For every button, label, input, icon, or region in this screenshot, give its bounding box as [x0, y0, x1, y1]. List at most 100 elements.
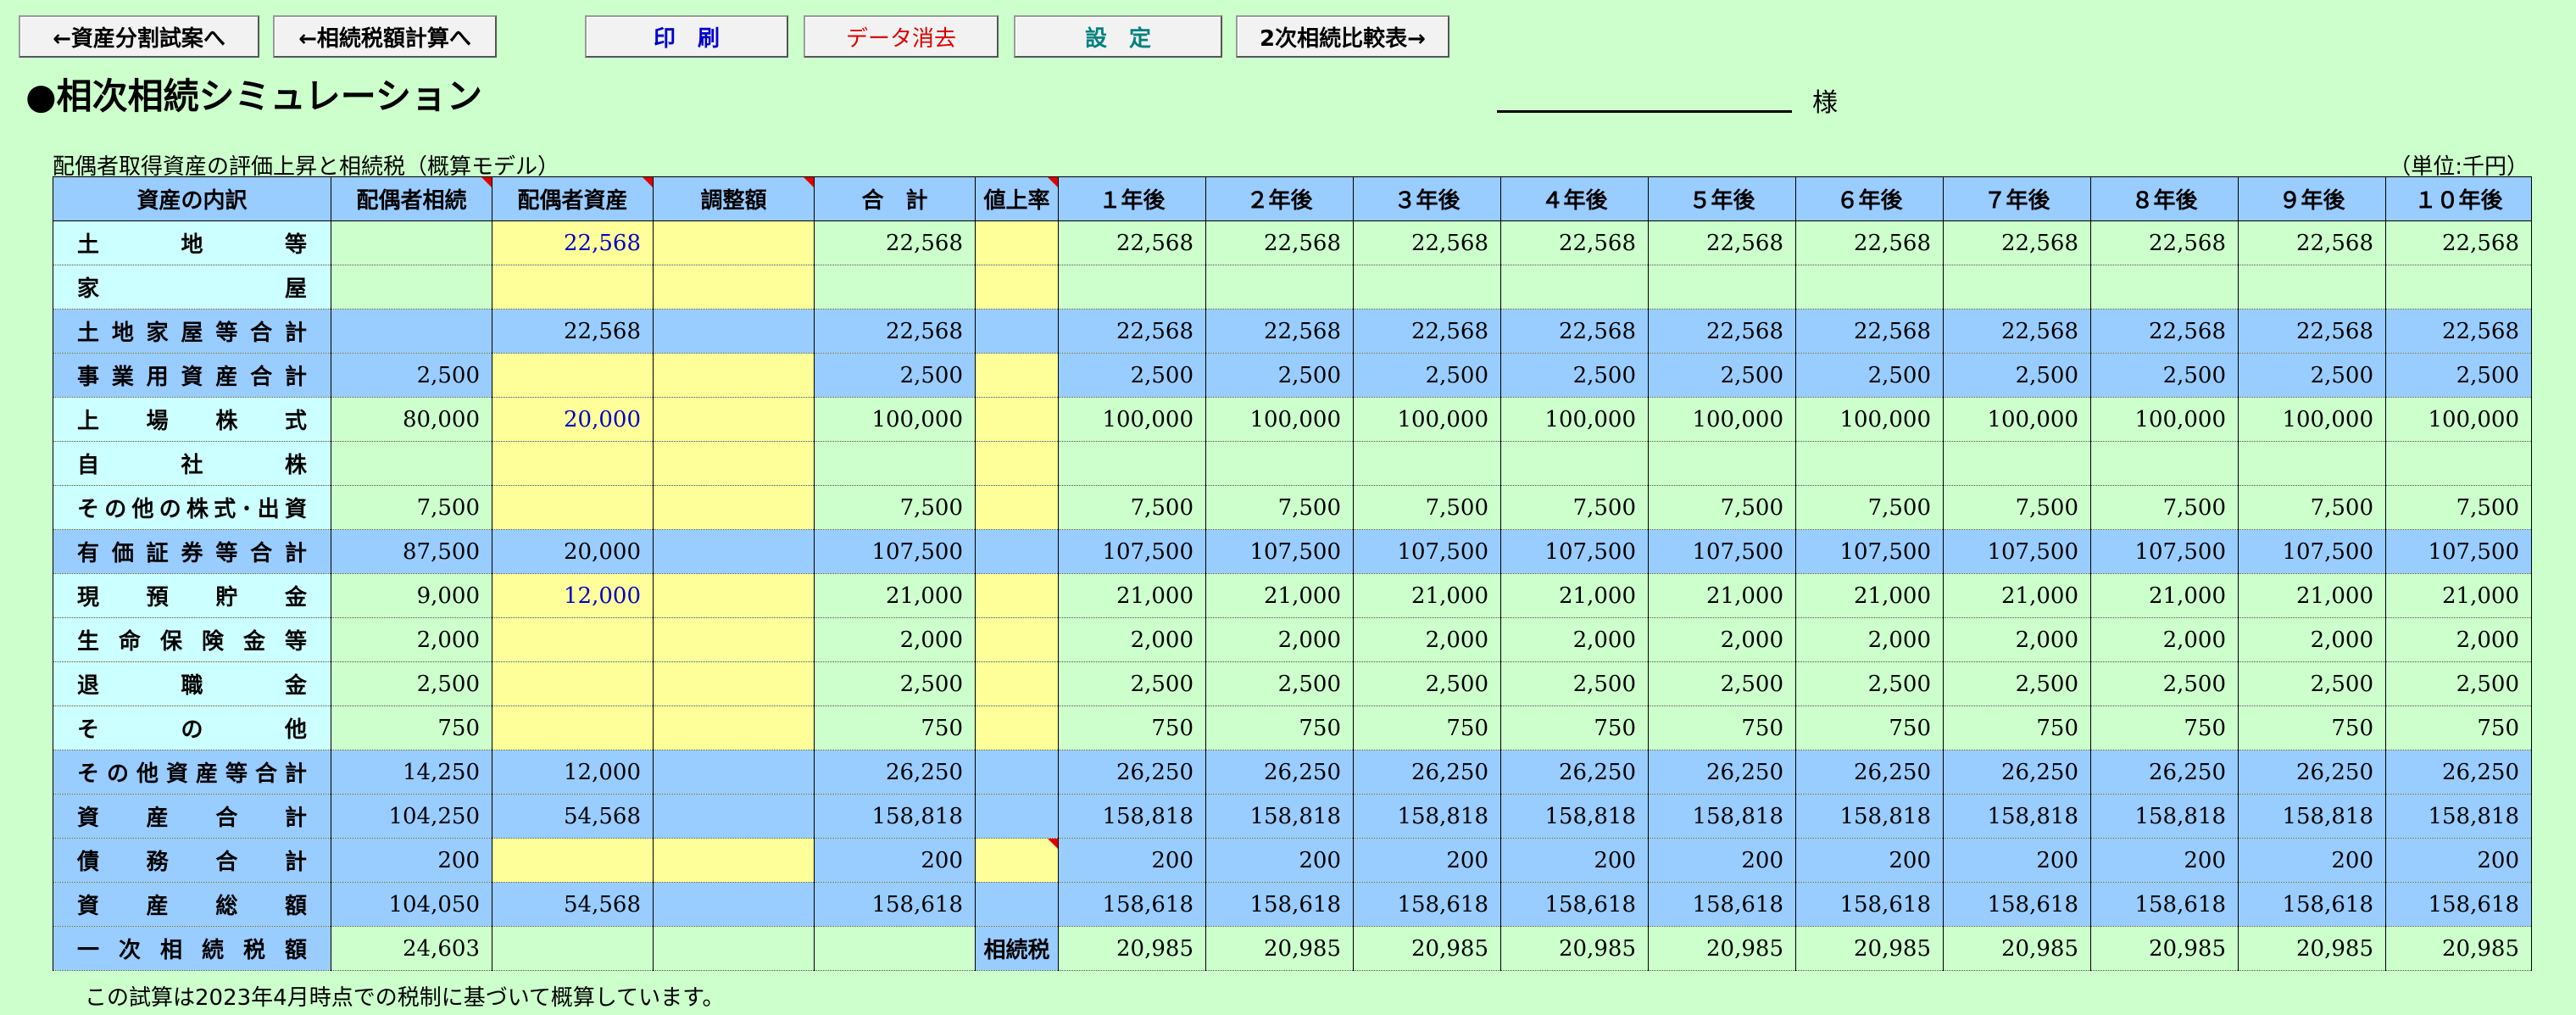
input-cell[interactable]: 20,000: [492, 397, 654, 442]
value-cell: 22,568: [1500, 220, 1649, 265]
table-row: その他の株式･出資 7,500 7,500 7,500 7,500 7,500 7,500 7…: [53, 485, 2532, 530]
value-cell: 2,500: [1943, 353, 2091, 398]
value-cell: 107,500: [1943, 529, 2091, 574]
input-cell[interactable]: [492, 617, 654, 662]
value-cell: 107,500: [1353, 529, 1501, 574]
input-cell[interactable]: [653, 441, 815, 486]
row-label: 土地等: [53, 220, 331, 265]
second-inheritance-compare-button[interactable]: 2次相続比較表→: [1236, 15, 1449, 58]
input-cell[interactable]: [975, 661, 1059, 706]
footnote: この試算は2023年4月時点での税制に基づいて概算しています。: [85, 985, 725, 1011]
input-cell[interactable]: [492, 441, 654, 486]
value-cell: 2,000: [1205, 617, 1354, 662]
value-cell: [653, 529, 815, 574]
value-cell: 7,500: [1795, 485, 1944, 530]
row-label: 家屋: [53, 265, 331, 310]
row-label: 債務合計: [53, 838, 331, 883]
value-cell: [653, 309, 815, 354]
comment-marker-icon: [1048, 177, 1058, 187]
input-cell[interactable]: 12,000: [492, 573, 654, 618]
value-cell: [1943, 265, 2091, 310]
value-cell: 2,000: [1058, 617, 1206, 662]
row-label: 有価証券等合計: [53, 529, 331, 574]
value-cell: 22,568: [1648, 220, 1796, 265]
input-cell[interactable]: [975, 485, 1059, 530]
input-cell[interactable]: [492, 485, 654, 530]
comment-marker-icon: [481, 177, 492, 187]
value-cell: 158,818: [1648, 794, 1796, 839]
input-cell[interactable]: 22,568: [492, 220, 654, 265]
input-cell[interactable]: [975, 220, 1059, 265]
value-cell: 750: [1795, 705, 1944, 750]
input-cell[interactable]: [653, 573, 815, 618]
input-cell[interactable]: [653, 485, 815, 530]
row-label: 資産合計: [53, 794, 331, 839]
input-cell[interactable]: [492, 265, 654, 310]
input-cell[interactable]: [975, 353, 1059, 398]
column-header: 合 計: [814, 176, 976, 221]
value-cell: 158,818: [1795, 794, 1944, 839]
input-cell[interactable]: [653, 617, 815, 662]
column-header: 配偶者資産: [492, 176, 654, 221]
input-cell[interactable]: [653, 838, 815, 883]
value-cell: 158,618: [1500, 882, 1649, 927]
value-cell: 54,568: [492, 882, 654, 927]
input-cell[interactable]: [653, 220, 815, 265]
value-cell: 2,500: [1205, 353, 1354, 398]
client-name-field[interactable]: [1497, 110, 1792, 113]
input-cell[interactable]: [492, 353, 654, 398]
value-cell: 158,618: [2238, 882, 2386, 927]
input-cell[interactable]: [653, 661, 815, 706]
input-cell[interactable]: [975, 441, 1059, 486]
value-cell: 21,000: [2090, 573, 2239, 618]
value-cell: 21,000: [1648, 573, 1796, 618]
value-cell: 2,500: [1648, 353, 1796, 398]
input-cell[interactable]: [975, 838, 1059, 883]
input-cell[interactable]: [492, 661, 654, 706]
input-cell[interactable]: [653, 265, 815, 310]
clear-data-button[interactable]: データ消去: [804, 15, 999, 58]
row-label: その他: [53, 705, 331, 750]
value-cell: 20,000: [492, 529, 654, 574]
input-cell[interactable]: [653, 353, 815, 398]
value-cell: 200: [1648, 838, 1796, 883]
value-cell: 22,568: [1058, 220, 1206, 265]
table-row: その他資産等合計 14,250 12,000 26,250 26,250 26,250 26…: [53, 750, 2532, 795]
input-cell[interactable]: [975, 397, 1059, 442]
column-header: ７年後: [1943, 176, 2091, 221]
value-cell: [1058, 265, 1206, 310]
input-cell[interactable]: [653, 397, 815, 442]
back-to-asset-division-button[interactable]: ←資産分割試案へ: [19, 15, 259, 58]
table-row: 生命保険金等 2,000 2,000 2,000 2,000 2,000 2,000 2,00…: [53, 617, 2532, 662]
input-cell[interactable]: [975, 617, 1059, 662]
value-cell: 2,500: [331, 661, 492, 706]
value-cell: [331, 441, 492, 486]
input-cell[interactable]: [975, 705, 1059, 750]
value-cell: 20,985: [1795, 926, 1944, 971]
table-row: 現預貯金 9,000 12,000 21,000 21,000 21,000 21,000 2…: [53, 573, 2532, 618]
value-cell: 22,568: [2385, 309, 2532, 354]
value-cell: [331, 220, 492, 265]
comment-marker-icon: [1048, 839, 1058, 849]
column-header: 配偶者相続: [331, 176, 492, 221]
input-cell[interactable]: [975, 265, 1059, 310]
value-cell: 22,568: [1205, 220, 1354, 265]
input-cell[interactable]: [653, 705, 815, 750]
table-row: 退職金 2,500 2,500 2,500 2,500 2,500 2,500 2,500 2,…: [53, 661, 2532, 706]
value-cell: 22,568: [2238, 309, 2386, 354]
value-cell: 12,000: [492, 750, 654, 795]
input-cell[interactable]: [492, 838, 654, 883]
value-cell: [2385, 265, 2532, 310]
value-cell: 2,000: [2385, 617, 2532, 662]
print-button[interactable]: 印 刷: [585, 15, 788, 58]
value-cell: 200: [2090, 838, 2239, 883]
input-cell[interactable]: [975, 573, 1059, 618]
back-to-tax-calculation-button[interactable]: ←相続税額計算へ: [273, 15, 497, 58]
value-cell: 107,500: [1205, 529, 1354, 574]
value-cell: 20,985: [2238, 926, 2386, 971]
settings-button[interactable]: 設 定: [1014, 15, 1222, 58]
value-cell: 87,500: [331, 529, 492, 574]
input-cell[interactable]: [492, 705, 654, 750]
table-row: 土地等 22,568 22,568 22,568 22,568 22,568 22,568 2…: [53, 220, 2532, 265]
value-cell: 100,000: [1943, 397, 2091, 442]
